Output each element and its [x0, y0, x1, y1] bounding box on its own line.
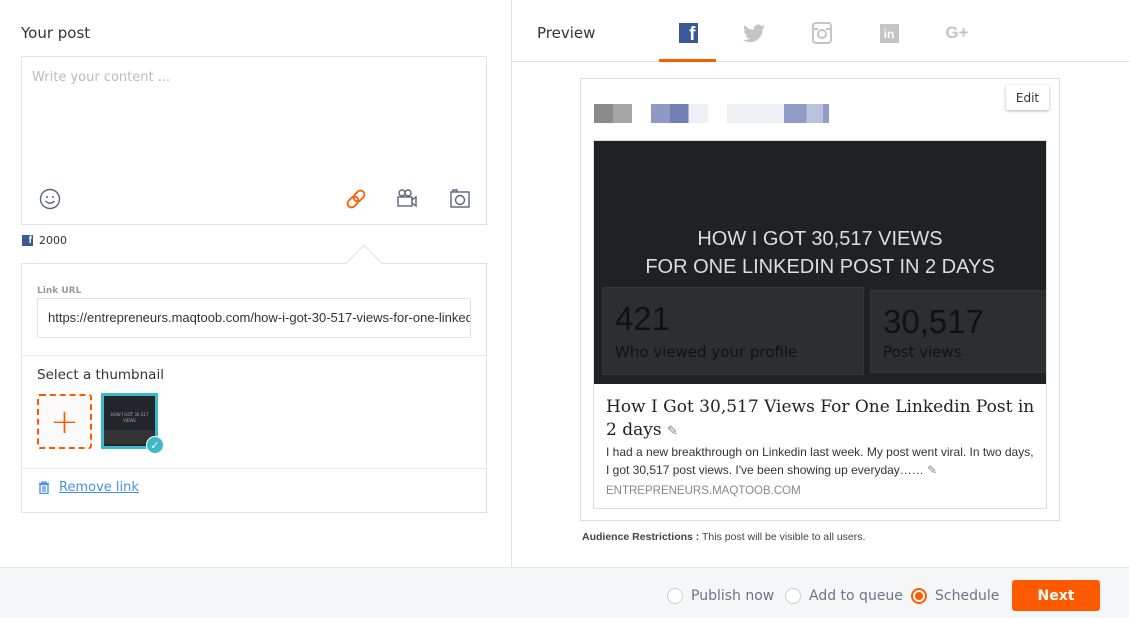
panel-divider [511, 0, 512, 567]
active-tab-indicator [659, 59, 716, 62]
pencil-icon[interactable]: ✎ [927, 463, 937, 477]
link-url-label: Link URL [37, 286, 82, 296]
camera-icon[interactable] [449, 188, 471, 210]
tab-instagram[interactable] [802, 17, 842, 49]
link-panel: Link URL https://entrepreneurs.maqtoob.c… [21, 263, 487, 513]
link-url-input[interactable]: https://entrepreneurs.maqtoob.com/how-i-… [37, 298, 471, 338]
stat-box: 421 Who viewed your profile [602, 287, 864, 375]
radio-label: Add to queue [809, 588, 903, 604]
edit-button[interactable]: Edit [1006, 85, 1049, 110]
image-line2: FOR ONE LINKEDIN POST IN 2 DAYS [645, 256, 995, 278]
tab-google-plus[interactable]: G+ [937, 17, 977, 49]
stat-label: Who viewed your profile [615, 343, 798, 361]
add-thumbnail-button[interactable]: + [37, 394, 92, 449]
pencil-icon[interactable]: ✎ [667, 424, 678, 439]
divider [22, 355, 486, 356]
schedule-radio[interactable]: Schedule [911, 588, 999, 604]
publish-now-radio[interactable]: Publish now [667, 588, 774, 604]
image-headline: HOW I GOT 30,517 VIEWS FOR ONE LINKEDIN P… [594, 225, 1046, 281]
audience-restrictions: Audience Restrictions : This post will b… [582, 531, 865, 543]
next-button[interactable]: Next [1012, 580, 1100, 611]
post-desc-text: I had a new breakthrough on Linkedin las… [606, 445, 1034, 477]
facebook-icon: f [22, 235, 33, 246]
divider [22, 468, 486, 469]
thumbnail-text: HOW I GOT 30,517 VIEWS [110, 412, 149, 423]
linkedin-icon: in [879, 23, 899, 43]
stat-value: 421 [615, 300, 671, 337]
blurred-name [651, 104, 708, 123]
post-description[interactable]: I had a new breakthrough on Linkedin las… [606, 443, 1038, 479]
blurred-meta [727, 104, 829, 123]
content-editor[interactable]: Write your content ... [21, 56, 487, 225]
blurred-avatar [594, 104, 632, 123]
char-counter: f 2000 [22, 234, 67, 247]
emoji-icon[interactable] [39, 188, 61, 210]
check-icon: ✓ [146, 436, 164, 454]
radio-label: Schedule [935, 588, 1000, 604]
facebook-icon: f [678, 23, 698, 45]
link-icon[interactable] [345, 188, 367, 210]
radio-label: Publish now [691, 588, 775, 604]
your-post-title: Your post [21, 24, 91, 42]
radio-circle[interactable] [667, 588, 683, 604]
tab-facebook[interactable]: f [668, 17, 708, 49]
char-count: 2000 [39, 234, 67, 247]
stat-value: 30,517 [883, 303, 984, 340]
preview-image: HOW I GOT 30,517 VIEWS FOR ONE LINKEDIN P… [594, 141, 1046, 384]
link-preview: HOW I GOT 30,517 VIEWS FOR ONE LINKEDIN P… [593, 140, 1047, 509]
tab-twitter[interactable] [734, 17, 774, 49]
tab-linkedin[interactable]: in [869, 17, 909, 49]
audience-text: This post will be visible to all users. [702, 531, 866, 543]
thumbnail-label: Select a thumbnail [37, 367, 164, 383]
video-icon[interactable] [396, 188, 418, 210]
stat-label: Post views [883, 343, 962, 361]
remove-link-button[interactable]: Remove link [59, 480, 139, 495]
preview-title: Preview [537, 24, 596, 42]
audience-label: Audience Restrictions : [582, 531, 700, 543]
image-line1: HOW I GOT 30,517 VIEWS [697, 228, 943, 250]
trash-icon[interactable] [38, 481, 50, 494]
stat-box: 30,517 Post views [870, 290, 1046, 373]
arrow-cover [345, 264, 385, 276]
post-title[interactable]: How I Got 30,517 Views For One Linkedin … [606, 396, 1036, 443]
add-to-queue-radio[interactable]: Add to queue [785, 588, 903, 604]
twitter-icon [743, 23, 765, 42]
radio-circle[interactable] [785, 588, 801, 604]
instagram-icon [812, 22, 832, 44]
post-domain: ENTREPRENEURS.MAQTOOB.COM [606, 485, 801, 497]
google-plus-icon: G+ [945, 23, 969, 42]
radio-circle[interactable] [911, 588, 927, 604]
content-placeholder: Write your content ... [32, 70, 171, 85]
